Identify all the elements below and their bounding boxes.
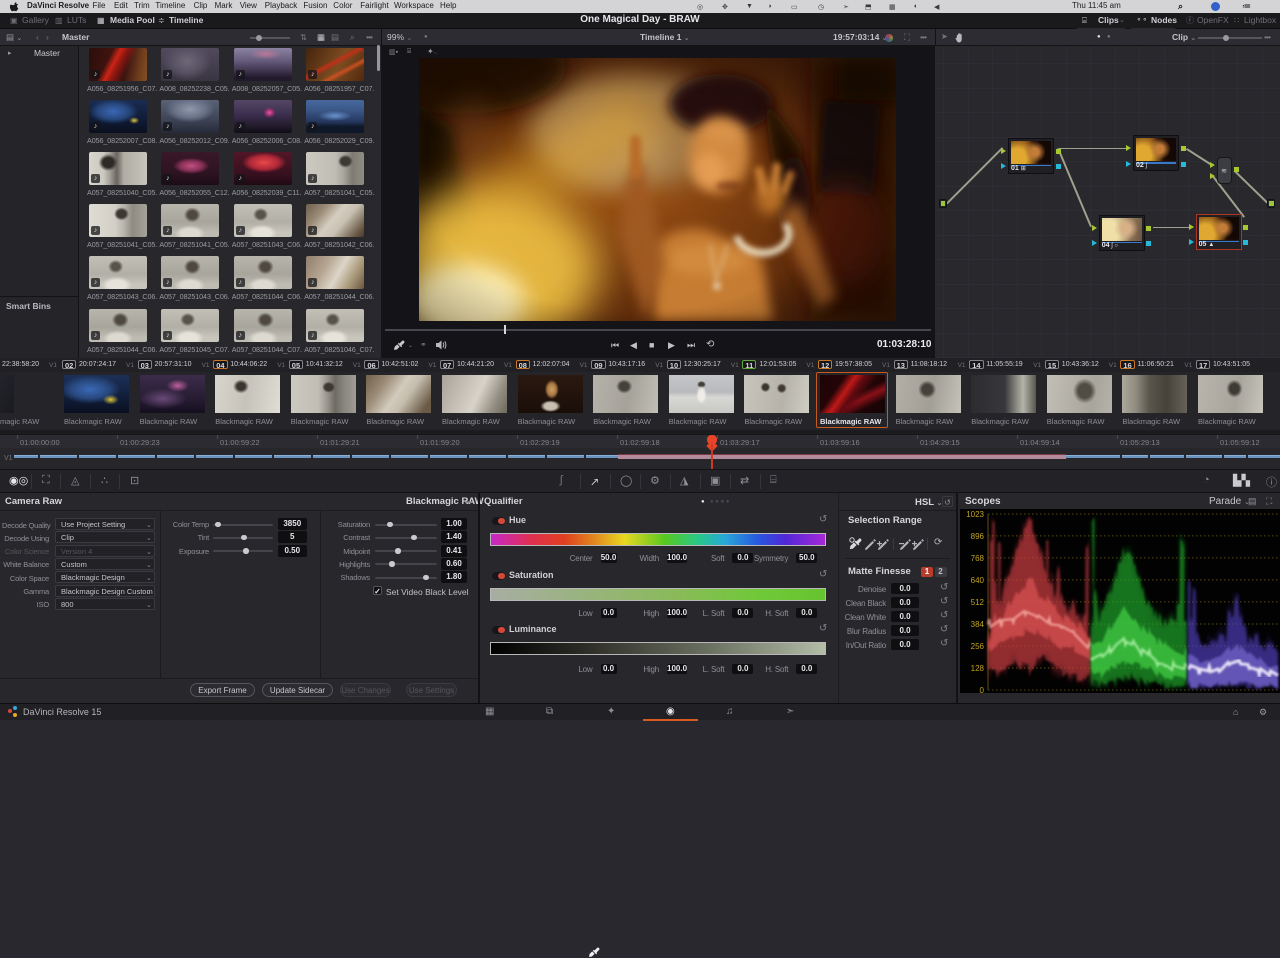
svg-text:512: 512 bbox=[971, 598, 985, 607]
svg-text:0: 0 bbox=[980, 686, 985, 693]
svg-text:256: 256 bbox=[971, 642, 985, 651]
svg-text:128: 128 bbox=[971, 664, 985, 673]
svg-text:1023: 1023 bbox=[966, 510, 984, 519]
svg-text:384: 384 bbox=[971, 620, 985, 629]
svg-text:768: 768 bbox=[971, 554, 985, 563]
svg-text:896: 896 bbox=[971, 532, 985, 541]
svg-text:640: 640 bbox=[971, 576, 985, 585]
